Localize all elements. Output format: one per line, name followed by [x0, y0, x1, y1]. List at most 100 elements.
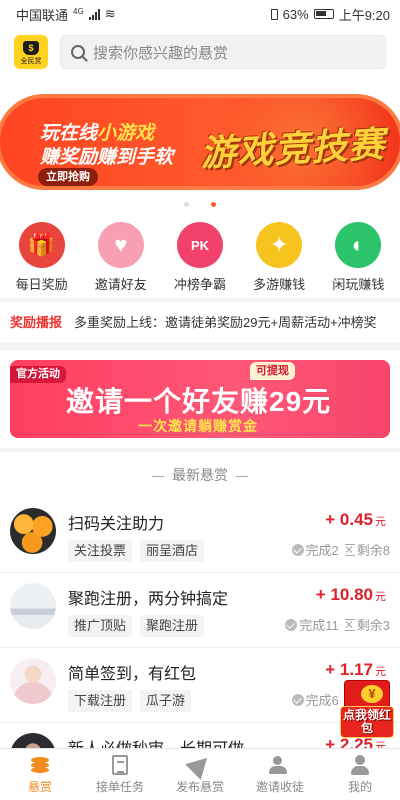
task-tag: 下载注册: [68, 690, 133, 712]
task-tag: 丽呈酒店: [140, 540, 205, 562]
coins-icon: [29, 755, 51, 775]
shortcut-item[interactable]: ◐ 闲玩赚钱: [323, 222, 393, 294]
banner-slide[interactable]: 玩在线小游戏 赚奖励赚到手软 立即抢购 游戏竞技赛: [0, 94, 400, 190]
tab-2[interactable]: 接单任务: [80, 749, 160, 800]
invite-promo-banner[interactable]: 官方活动 可提现 邀请一个好友赚29元 一次邀请躺赚赏金: [10, 360, 390, 438]
check-circle-icon: [291, 543, 304, 556]
title-line-right: [236, 475, 248, 477]
reward-amount: + 10.80: [315, 585, 373, 604]
tab-label: 悬赏: [27, 779, 52, 794]
status-left: 中国联通 4G ≋: [16, 5, 116, 24]
tab-4[interactable]: 邀请收徒: [240, 749, 320, 800]
carousel-dot[interactable]: [184, 202, 189, 207]
hourglass-icon: [344, 618, 355, 631]
user-icon: [349, 754, 371, 775]
reward-ticker[interactable]: 奖励播报 多重奖励上线：邀请徒弟奖励29元+周薪活动+冲榜奖: [0, 306, 400, 336]
pk-icon: PK: [176, 222, 223, 268]
banner-line1: 玩在线小游戏: [40, 118, 154, 145]
completed-text: 完成2: [305, 543, 339, 558]
task-thumbnail: [10, 508, 56, 554]
battery-icon: [313, 9, 334, 19]
shortcut-item[interactable]: 🎁 每日奖励: [7, 222, 77, 294]
task-tag: 瓜子游: [140, 690, 192, 712]
task-tags: 推广顶贴 聚跑注册: [68, 615, 205, 637]
remaining-text: 剩余3: [356, 618, 390, 633]
promo-title: 邀请一个好友赚29元: [66, 386, 332, 417]
task-title: 聚跑注册，两分钟搞定: [68, 591, 229, 608]
shortcut-label: 闲玩赚钱: [332, 277, 385, 292]
task-reward: + 1.17 元: [325, 660, 386, 680]
search-bar[interactable]: 搜索你感兴趣的悬赏: [60, 35, 386, 69]
heart-card-icon: ♥: [97, 222, 144, 268]
title-line-left: [152, 475, 164, 477]
task-tag: 关注投票: [68, 540, 133, 562]
shortcut-label: 多游赚钱: [253, 277, 306, 292]
banner-line1-highlight: 小游戏: [97, 123, 155, 144]
hourglass-icon: [344, 543, 355, 556]
red-packet-button[interactable]: ¥ 点我领红包: [340, 680, 394, 744]
coin-icon: ¥: [361, 685, 383, 703]
gamepad-icon: ✦: [256, 222, 303, 268]
search-icon: [71, 45, 85, 59]
wifi-icon: ≋: [104, 6, 116, 21]
network-type: 4G: [73, 6, 84, 16]
banner-line2: 赚奖励赚到手软: [40, 147, 174, 168]
signal-icon: [88, 8, 100, 20]
banner-line1-prefix: 玩在线: [40, 123, 98, 144]
reward-amount: + 1.17: [325, 660, 373, 679]
banner-cta-button[interactable]: 立即抢购: [38, 168, 98, 186]
gift-icon: 🎁: [18, 222, 65, 268]
remaining-count: 剩余3: [344, 615, 390, 634]
task-row[interactable]: 扫码关注助力 关注投票 丽呈酒店 + 0.45 元完成2 剩余8: [0, 498, 400, 573]
ticker-label: 奖励播报: [10, 314, 63, 330]
task-thumbnail: [10, 583, 56, 629]
promo-tag: 官方活动: [10, 366, 66, 383]
red-packet-label: 点我领红包: [340, 706, 394, 738]
shortcut-item[interactable]: ✦ 多游赚钱: [244, 222, 314, 294]
divider: [0, 298, 400, 302]
shortcut-item[interactable]: PK 冲榜争霸: [165, 222, 235, 294]
task-tag: 聚跑注册: [140, 615, 205, 637]
shortcut-label: 邀请好友: [94, 277, 147, 292]
tab-1[interactable]: 悬赏: [0, 749, 80, 800]
carousel-dot-active[interactable]: [211, 202, 216, 207]
task-title: 简单签到，有红包: [68, 666, 197, 683]
task-tags: 下载注册 瓜子游: [68, 690, 192, 712]
task-title: 扫码关注助力: [68, 516, 165, 533]
tab-label: 邀请收徒: [255, 779, 304, 794]
ticker-text: 多重奖励上线：邀请徒弟奖励29元+周薪活动+冲榜奖: [74, 314, 377, 330]
document-icon: [112, 754, 128, 775]
task-stats: 完成11 剩余3: [285, 615, 390, 634]
promo-badge: 可提现: [250, 362, 295, 380]
task-tag: 推广顶贴: [68, 615, 133, 637]
bottom-tab-bar: 悬赏 接单任务 发布悬赏 邀请收徒 我的: [0, 748, 400, 800]
section-title-text: 最新悬赏: [172, 467, 228, 483]
shortcut-grid: 🎁 每日奖励 ♥ 邀请好友 PK 冲榜争霸 ✦ 多游赚钱 ◐ 闲玩赚钱: [0, 222, 400, 294]
pacman-icon: ◐: [335, 222, 382, 268]
search-placeholder: 搜索你感兴趣的悬赏: [93, 44, 229, 62]
completed-text: 完成6: [305, 693, 339, 708]
reward-unit: 元: [375, 591, 386, 603]
completed-text: 完成11: [299, 618, 339, 633]
shortcut-label: 每日奖励: [15, 277, 68, 292]
carrier-label: 中国联通: [16, 7, 69, 23]
tab-label: 我的: [347, 779, 372, 794]
banner-carousel[interactable]: 玩在线小游戏 赚奖励赚到手软 立即抢购 游戏竞技赛: [0, 94, 400, 190]
divider: [0, 448, 400, 452]
shortcut-item[interactable]: ♥ 邀请好友: [86, 222, 156, 294]
tab-3[interactable]: 发布悬赏: [160, 749, 240, 800]
remaining-count: 剩余8: [344, 540, 390, 559]
tab-5[interactable]: 我的: [320, 749, 400, 800]
paper-plane-icon: [185, 749, 215, 780]
app-logo[interactable]: $ 全民赏: [14, 35, 48, 69]
users-icon: [269, 755, 291, 775]
completed-count: 完成6: [291, 690, 339, 709]
clock: 上午9:20: [338, 7, 390, 23]
vibrate-icon: [270, 8, 278, 20]
status-bar: 中国联通 4G ≋ 63% 上午9:20: [0, 0, 400, 28]
section-title: 最新悬赏: [0, 465, 400, 485]
app-header: $ 全民赏 搜索你感兴趣的悬赏: [0, 30, 400, 74]
task-tags: 关注投票 丽呈酒店: [68, 540, 205, 562]
check-circle-icon: [291, 693, 304, 706]
task-row[interactable]: 聚跑注册，两分钟搞定推广顶贴 聚跑注册 + 10.80 元完成11 剩余3: [0, 573, 400, 648]
